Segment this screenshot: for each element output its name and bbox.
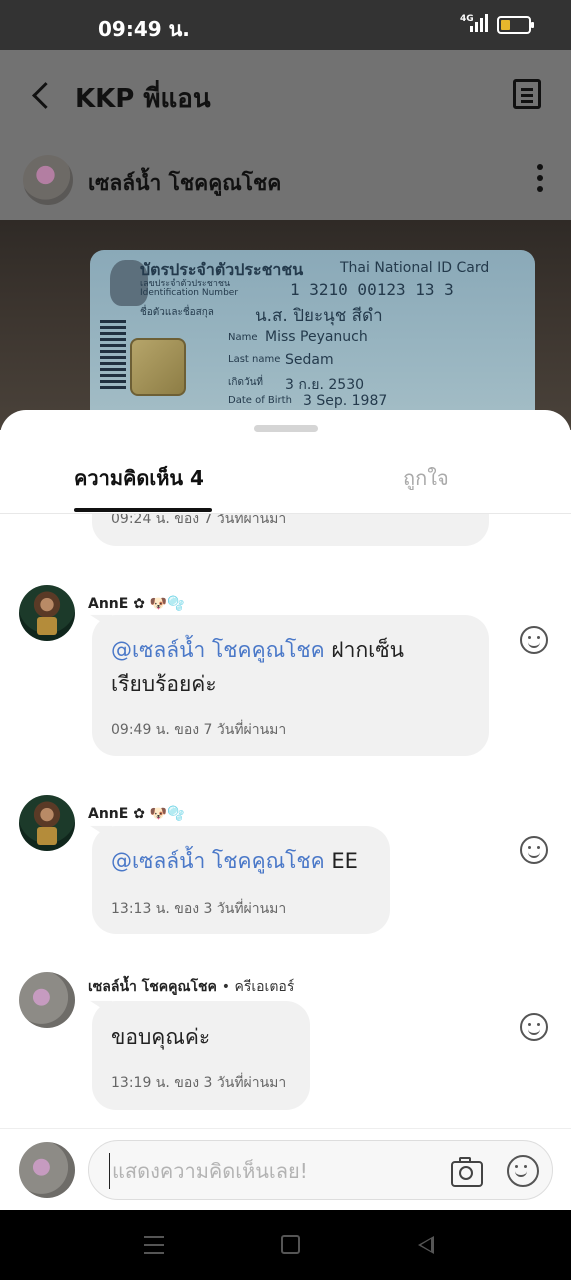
comment-meta: 13:13 น. ของ 3 วันที่ผ่านมา <box>111 901 287 917</box>
tab-comments[interactable]: ความคิดเห็น 4 <box>74 462 204 494</box>
comment-list[interactable]: 09:24 น. ของ 7 วันที่ผ่านมา AnnE ✿ 🐶🫧 @เ… <box>0 514 571 1128</box>
id-card-label: Name <box>228 332 258 343</box>
comment-bubble[interactable]: @เซลล์น้ำ โชคคูณโชค EE 13:13 น. ของ 3 วั… <box>90 825 390 934</box>
battery-icon <box>497 16 534 34</box>
avatar <box>19 1142 75 1198</box>
comment-bubble: 09:24 น. ของ 7 วันที่ผ่านมา <box>92 514 489 546</box>
smiley-icon[interactable] <box>520 1013 548 1041</box>
id-card-name: น.ส. ปิยะนุช สีดำ <box>255 306 383 326</box>
page-title: KKP พี่แอน <box>75 84 211 114</box>
avatar[interactable] <box>19 972 75 1028</box>
id-card-title-en: Thai National ID Card <box>340 260 490 276</box>
comment-input-container[interactable] <box>88 1140 553 1200</box>
avatar[interactable] <box>19 795 75 851</box>
id-card-number: 1 3210 00123 13 3 <box>290 280 454 299</box>
kebab-icon[interactable] <box>536 164 544 194</box>
top-app-bar: KKP พี่แอน <box>0 50 571 140</box>
navigation-bar <box>0 1210 571 1280</box>
status-bar: 09:49 น. 4G <box>0 0 571 50</box>
signal-icon <box>470 14 490 32</box>
sheet-drag-handle[interactable] <box>254 425 318 432</box>
smiley-icon[interactable] <box>507 1155 539 1187</box>
id-card-label: Date of Birth <box>228 395 292 406</box>
comment-text-part: ฝากเซ็น <box>331 638 404 662</box>
comment-text: @เซลล์น้ำ โชคคูณโชค EE <box>111 844 358 878</box>
id-card-name-en: Miss Peyanuch <box>265 329 368 345</box>
comment-meta: 13:19 น. ของ 3 วันที่ผ่านมา <box>111 1075 287 1091</box>
comments-sheet: ความคิดเห็น 4 ถูกใจ 09:24 น. ของ 7 วันที… <box>0 410 571 1210</box>
mention-link[interactable]: @เซลล์น้ำ โชคคูณโชค <box>111 849 325 873</box>
comment-meta: 09:49 น. ของ 7 วันที่ผ่านมา <box>111 722 287 738</box>
mention-link[interactable]: @เซลล์น้ำ โชคคูณโชค <box>111 638 325 662</box>
smiley-icon[interactable] <box>520 626 548 654</box>
comment-text-line: เรียบร้อยค่ะ <box>111 672 217 696</box>
comment-meta: 09:24 น. ของ 7 วันที่ผ่านมา <box>111 514 287 527</box>
id-card-dob-en: 3 Sep. 1987 <box>303 393 388 409</box>
post-background: KKP พี่แอน เซลล์น้ำ โชคคูณโชค บัตรประจำต… <box>0 50 571 430</box>
chevron-left-icon[interactable] <box>30 80 52 110</box>
id-card-last-name: Sedam <box>285 352 334 368</box>
comment-bubble[interactable]: ขอบคุณค่ะ 13:19 น. ของ 3 วันที่ผ่านมา <box>90 1000 310 1110</box>
camera-icon[interactable] <box>451 1156 483 1187</box>
id-card-label: Last name <box>228 354 281 365</box>
tab-indicator <box>74 508 212 512</box>
comment-bubble[interactable]: @เซลล์น้ำ โชคคูณโชค ฝากเซ็น เรียบร้อยค่ะ… <box>90 614 489 756</box>
smiley-icon[interactable] <box>520 836 548 864</box>
comment-input[interactable] <box>109 1153 429 1189</box>
comment-text-part: EE <box>331 849 358 873</box>
home-icon[interactable] <box>281 1235 300 1254</box>
smart-chip <box>130 338 186 396</box>
document-icon[interactable] <box>513 79 541 109</box>
menu-icon[interactable] <box>144 1236 164 1254</box>
id-card-image: บัตรประจำตัวประชาชน Thai National ID Car… <box>90 250 535 430</box>
post-author-name[interactable]: เซลล์น้ำ โชคคูณโชค <box>88 167 281 200</box>
tab-likes[interactable]: ถูกใจ <box>403 462 449 494</box>
avatar[interactable] <box>19 585 75 641</box>
comment-text: ขอบคุณค่ะ <box>111 1025 211 1049</box>
post-author-row: เซลล์น้ำ โชคคูณโชค <box>0 152 571 212</box>
comment-username[interactable]: AnnE ✿ 🐶🫧 <box>88 596 185 612</box>
post-photo[interactable]: บัตรประจำตัวประชาชน Thai National ID Car… <box>0 220 571 430</box>
comment-username-text: เซลล์น้ำ โชคคูณโชค <box>88 979 217 995</box>
id-card-label: Identification Number <box>140 288 239 298</box>
comment-text: @เซลล์น้ำ โชคคูณโชค ฝากเซ็น <box>111 633 404 667</box>
barcode <box>100 320 126 390</box>
id-card-label: ชื่อตัวและชื่อสกุล <box>140 307 214 318</box>
status-time: 09:49 น. <box>98 17 190 41</box>
avatar[interactable] <box>23 155 73 205</box>
creator-badge: • ครีเอเตอร์ <box>221 979 295 995</box>
back-triangle-icon[interactable] <box>418 1236 434 1254</box>
comment-username[interactable]: AnnE ✿ 🐶🫧 <box>88 806 185 822</box>
comment-username[interactable]: เซลล์น้ำ โชคคูณโชค • ครีเอเตอร์ <box>88 976 294 998</box>
id-card-label: เกิดวันที่ <box>228 377 264 388</box>
comment-composer <box>0 1128 571 1210</box>
